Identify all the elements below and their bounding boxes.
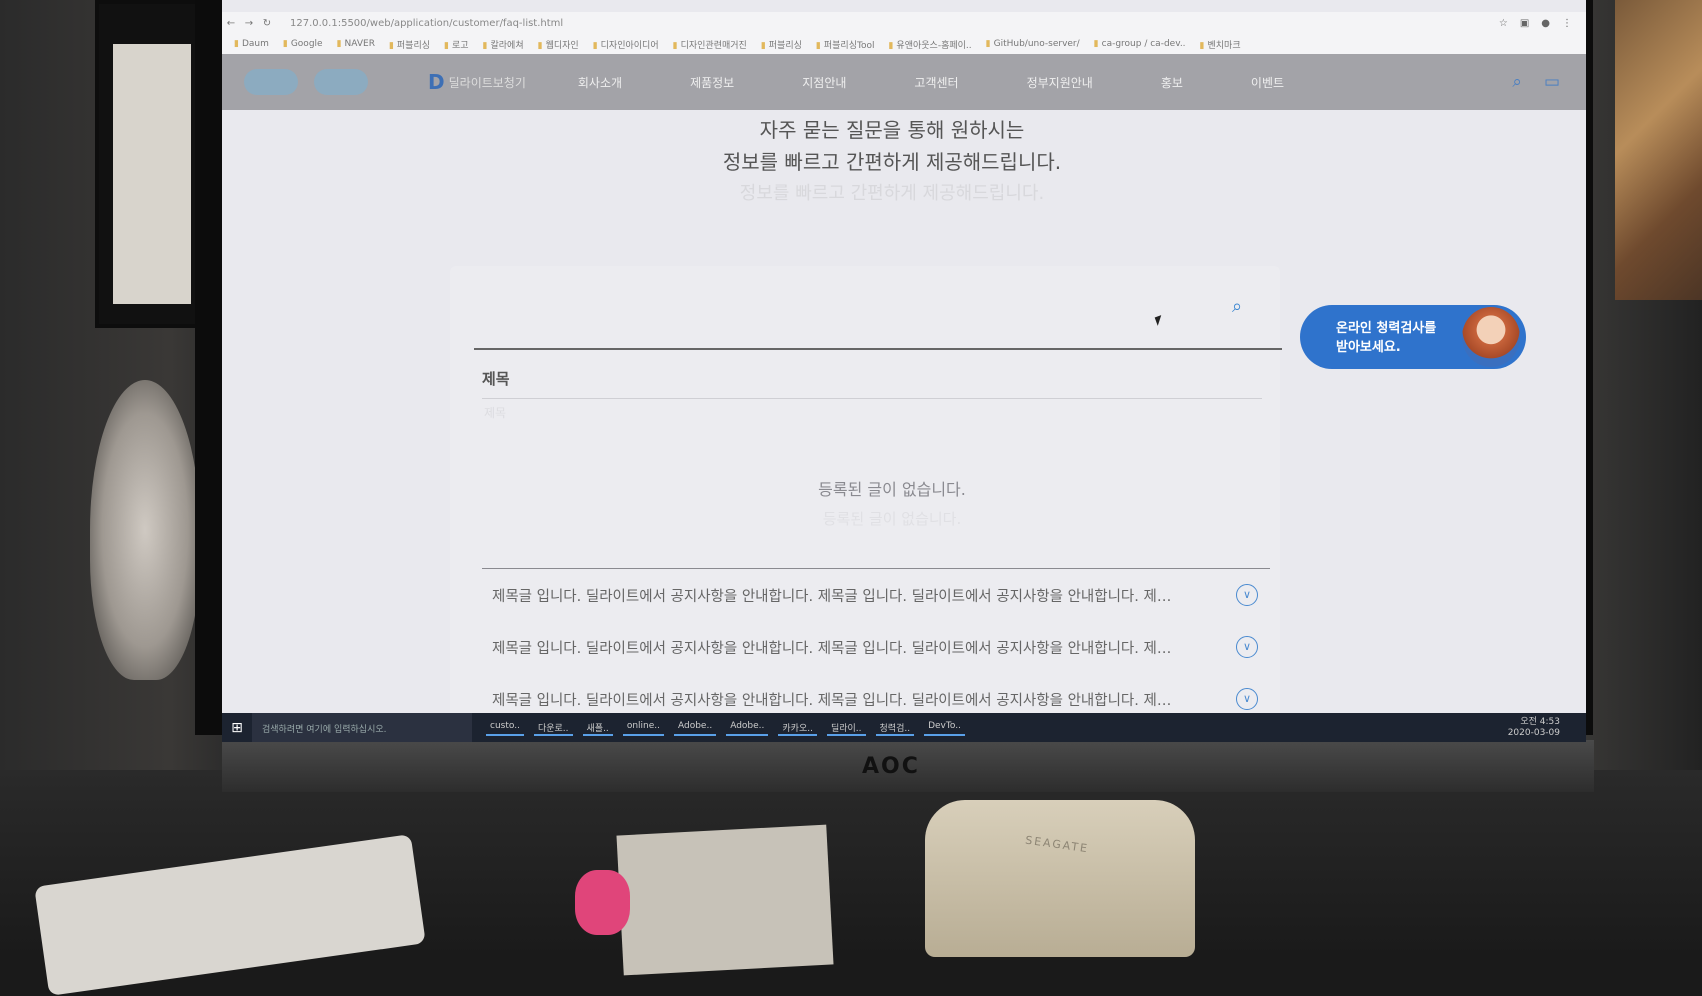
bookmark[interactable]: Google xyxy=(283,39,323,49)
taskbar-clock[interactable]: 오전 4:53 2020-03-09 xyxy=(1508,717,1586,739)
nav-item[interactable]: 지점안내 xyxy=(802,74,846,91)
bookmark[interactable]: 벤치마크 xyxy=(1200,38,1241,51)
bookmark[interactable]: 디자인아이디어 xyxy=(593,38,659,51)
hard-drive-case: SEAGATE xyxy=(925,800,1195,957)
hearing-test-chat-button[interactable]: 온라인 청력검사를 받아보세요. xyxy=(1300,305,1526,369)
faq-question: 제목글 입니다. 딜라이트에서 공지사항을 안내합니다. 제목글 입니다. 딜라… xyxy=(492,692,1172,709)
site-logo[interactable]: D 딜라이트보청기 xyxy=(428,70,526,94)
star-icon[interactable]: ☆ xyxy=(1499,18,1508,29)
intro-line-2: 정보를 빠르고 간편하게 제공해드립니다. xyxy=(722,150,1062,174)
taskbar-search[interactable]: 검색하려면 여기에 입력하십시오. xyxy=(252,713,472,742)
title-ghost: 제목 xyxy=(484,406,507,420)
monitor-screen: ← → ↻ 127.0.0.1:5500/web/application/cus… xyxy=(222,0,1586,742)
faq-question: 제목글 입니다. 딜라이트에서 공지사항을 안내합니다. 제목글 입니다. 딜라… xyxy=(492,588,1172,605)
faq-intro: 자주 묻는 질문을 통해 원하시는 정보를 빠르고 간편하게 제공해드립니다. … xyxy=(222,114,1562,210)
main-nav: 회사소개 제품정보 지점안내 고객센터 정부지원안내 홍보 이벤트 xyxy=(578,74,1284,91)
browser-toolbar: ← → ↻ 127.0.0.1:5500/web/application/cus… xyxy=(222,12,1586,34)
pink-object xyxy=(575,870,630,935)
reload-icon[interactable]: ↻ xyxy=(258,18,276,29)
clock-time: 오전 4:53 xyxy=(1520,717,1560,727)
bookmark[interactable]: 웹디자인 xyxy=(538,38,579,51)
nav-item[interactable]: 홍보 xyxy=(1161,74,1183,91)
chevron-down-icon[interactable]: ∨ xyxy=(1236,584,1258,606)
bookmark[interactable]: 디자인관련매거진 xyxy=(673,38,747,51)
windows-start-icon[interactable]: ⊞ xyxy=(222,720,252,736)
bookmark[interactable]: 퍼블리싱 xyxy=(389,38,430,51)
taskbar-search-placeholder: 검색하려면 여기에 입력하십시오. xyxy=(262,724,387,735)
search-input[interactable] xyxy=(1032,298,1224,326)
taskbar-app[interactable]: online.. xyxy=(622,721,664,736)
bookmark[interactable]: ca-group / ca-dev.. xyxy=(1094,39,1186,49)
windows-taskbar: ⊞ 검색하려면 여기에 입력하십시오. custo.. 다운로.. 새폴.. o… xyxy=(222,713,1586,742)
intro-ghost-line: 정보를 빠르고 간편하게 제공해드립니다. xyxy=(739,183,1045,204)
bookmarks-bar: Daum Google NAVER 퍼블리싱 로고 칼라에쳐 웹디자인 디자인아… xyxy=(222,34,1586,54)
bookmark[interactable]: Daum xyxy=(234,39,269,49)
profile-icon[interactable]: ● xyxy=(1541,18,1550,29)
taskbar-app[interactable]: 카카오.. xyxy=(778,721,817,736)
nav-item[interactable]: 정부지원안내 xyxy=(1027,74,1093,91)
taskbar-app[interactable]: Adobe.. xyxy=(726,721,769,736)
framed-certificate xyxy=(113,44,191,304)
taskbar-app[interactable]: 딜라이.. xyxy=(826,721,866,736)
intro-line-1: 자주 묻는 질문을 통해 원하시는 xyxy=(759,118,1025,142)
forward-icon[interactable]: → xyxy=(240,18,258,29)
title-column-label: 제목 xyxy=(482,370,510,388)
menu-icon[interactable]: ⋮ xyxy=(1562,18,1572,29)
taskbar-app[interactable]: 청력검.. xyxy=(875,721,915,736)
chat-text: 온라인 청력검사를 받아보세요. xyxy=(1336,319,1436,357)
nav-item[interactable]: 회사소개 xyxy=(578,74,622,91)
faq-question: 제목글 입니다. 딜라이트에서 공지사항을 안내합니다. 제목글 입니다. 딜라… xyxy=(492,640,1172,657)
notebook xyxy=(616,824,834,976)
bookmark[interactable]: 유앤아웃스-홈페이.. xyxy=(888,38,971,51)
empty-ghost: 등록된 글이 없습니다. xyxy=(822,510,962,528)
faq-list: 제목글 입니다. 딜라이트에서 공지사항을 안내합니다. 제목글 입니다. 딜라… xyxy=(482,568,1270,725)
taskbar-app[interactable]: 새폴.. xyxy=(582,721,613,736)
monitor-brand: AOC xyxy=(862,754,920,779)
chevron-down-icon[interactable]: ∨ xyxy=(1236,688,1258,710)
chevron-down-icon[interactable]: ∨ xyxy=(1236,636,1258,658)
bookmark[interactable]: 퍼블리싱 xyxy=(761,38,802,51)
monitor-bottom-bezel: AOC xyxy=(222,740,1594,792)
desk-lamp xyxy=(90,380,200,680)
taskbar-app[interactable]: DevTo.. xyxy=(924,721,965,736)
header-menu-icon[interactable]: ▭ xyxy=(1544,72,1560,92)
extension-icon[interactable]: ▣ xyxy=(1520,18,1529,29)
taskbar-app[interactable]: custo.. xyxy=(486,721,524,736)
search-icon[interactable]: ⌕ xyxy=(1232,296,1242,317)
chat-line-1: 온라인 청력검사를 xyxy=(1336,321,1437,336)
nav-item[interactable]: 제품정보 xyxy=(690,74,734,91)
bookmark[interactable]: NAVER xyxy=(337,39,375,49)
address-bar[interactable]: 127.0.0.1:5500/web/application/customer/… xyxy=(290,18,563,29)
wall-poster xyxy=(1615,0,1702,300)
logo-text: 딜라이트보청기 xyxy=(448,75,526,90)
bookmark[interactable]: 퍼블리싱Tool xyxy=(816,38,875,51)
taskbar-app[interactable]: 다운로.. xyxy=(533,721,573,736)
faq-item[interactable]: 제목글 입니다. 딜라이트에서 공지사항을 안내합니다. 제목글 입니다. 딜라… xyxy=(482,569,1270,621)
logo-mark-icon: D xyxy=(428,70,445,94)
nav-item[interactable]: 고객센터 xyxy=(914,74,958,91)
nav-item[interactable]: 이벤트 xyxy=(1251,74,1284,91)
header-pill-button[interactable] xyxy=(314,69,368,95)
faq-item[interactable]: 제목글 입니다. 딜라이트에서 공지사항을 안내합니다. 제목글 입니다. 딜라… xyxy=(482,621,1270,673)
bookmark[interactable]: GitHub/uno-server/ xyxy=(986,39,1080,49)
site-header: D 딜라이트보청기 회사소개 제품정보 지점안내 고객센터 정부지원안내 홍보 이… xyxy=(222,54,1586,110)
back-icon[interactable]: ← xyxy=(222,18,240,29)
header-search-icon[interactable]: ⌕ xyxy=(1512,72,1522,92)
empty-message: 등록된 글이 없습니다. xyxy=(818,480,966,499)
counselor-avatar xyxy=(1462,307,1520,367)
chat-line-2: 받아보세요. xyxy=(1336,340,1401,355)
taskbar-app[interactable]: Adobe.. xyxy=(674,721,717,736)
case-brand: SEAGATE xyxy=(1024,833,1090,856)
bookmark[interactable]: 로고 xyxy=(444,38,469,51)
header-pill-button[interactable] xyxy=(244,69,298,95)
clock-date: 2020-03-09 xyxy=(1507,728,1560,738)
bookmark[interactable]: 칼라에쳐 xyxy=(483,38,524,51)
table-header: 제목 xyxy=(482,368,1262,399)
